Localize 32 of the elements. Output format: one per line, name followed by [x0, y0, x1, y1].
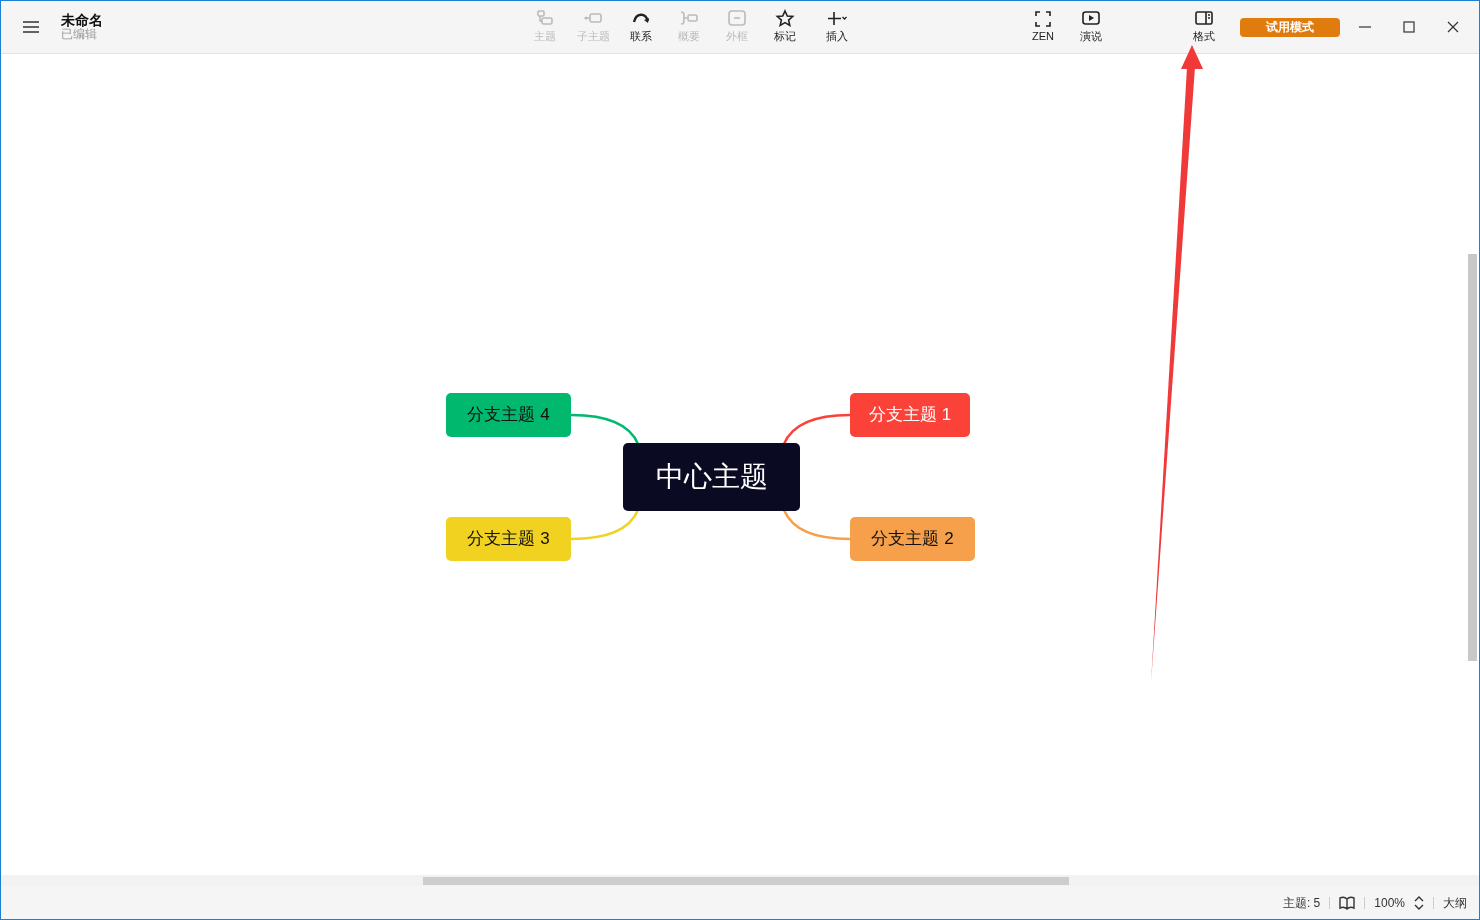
insert-button[interactable]: 插入	[809, 9, 865, 45]
present-button[interactable]: 演说	[1067, 9, 1115, 45]
book-icon[interactable]	[1339, 895, 1356, 910]
zoom-stepper-icon[interactable]	[1414, 894, 1424, 911]
play-screen-icon	[1081, 9, 1101, 28]
relation-button[interactable]: 联系	[617, 9, 665, 45]
topic-icon	[535, 9, 555, 28]
save-status: 已编辑	[61, 28, 97, 42]
connector-line	[570, 509, 640, 541]
summary-icon	[679, 9, 699, 28]
branch-topic[interactable]: 分支主题 3	[446, 517, 571, 561]
horizontal-scrollbar[interactable]	[423, 877, 1069, 885]
topic-count: 主题: 5	[1282, 894, 1321, 912]
zoom-level: 100%	[1374, 894, 1405, 912]
marker-button[interactable]: 标记	[761, 9, 809, 45]
fullscreen-icon	[1033, 9, 1053, 28]
connector-line	[570, 413, 640, 445]
vertical-scrollbar[interactable]	[1468, 254, 1477, 661]
star-icon	[775, 9, 795, 28]
branch-topic[interactable]: 分支主题 2	[850, 517, 975, 561]
format-button[interactable]: 格式	[1180, 9, 1228, 45]
outline-toggle[interactable]: 大纲	[1443, 893, 1467, 912]
connector-line	[782, 413, 851, 445]
branch-topic[interactable]: 分支主题 4	[446, 393, 571, 437]
plus-icon	[827, 9, 847, 28]
boundary-icon	[727, 9, 747, 28]
zen-button[interactable]: ZEN	[1019, 9, 1067, 45]
branch-topic[interactable]: 分支主题 1	[850, 393, 970, 437]
connector-line	[782, 509, 851, 541]
panel-icon	[1194, 9, 1214, 28]
central-topic[interactable]: 中心主题	[623, 443, 800, 511]
document-title: 未命名	[61, 12, 103, 29]
